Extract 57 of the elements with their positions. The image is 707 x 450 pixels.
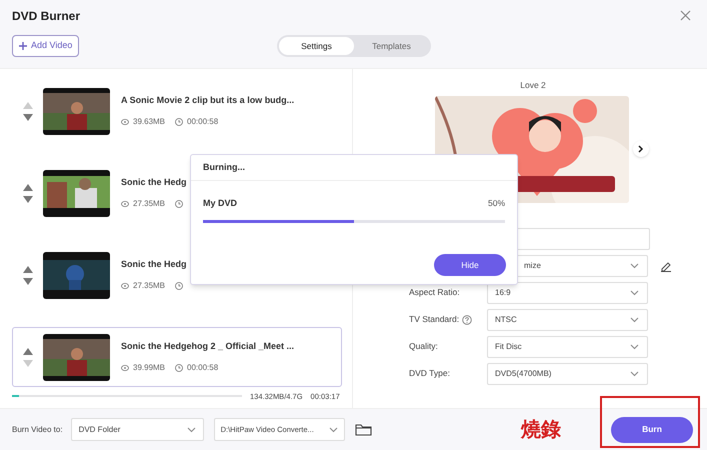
template-name: Love 2 [520, 79, 546, 92]
dialog-percent: 50% [488, 197, 505, 210]
duration: 00:00:58 [187, 362, 218, 374]
chevron-right-icon [638, 145, 644, 154]
file-size: 27.35MB [133, 280, 166, 292]
move-down-icon[interactable] [23, 278, 33, 284]
setting-label: Aspect Ratio: [409, 286, 460, 300]
video-item[interactable]: Sonic the Hedgehog 2 _ Official _Meet ... 39.99MB 00:00:58 [12, 327, 342, 387]
setting-label: TV Standard: [409, 313, 460, 326]
chevron-down-icon [630, 316, 639, 323]
settings-select[interactable]: DVD5(4700MB) [487, 362, 648, 385]
next-button[interactable] [633, 141, 649, 158]
dialog-title: Burning... [203, 160, 245, 174]
chevron-down-icon [186, 426, 196, 432]
video-title: Sonic the Hedgehog 2 _ Official _Meet ... [121, 340, 294, 354]
annotation-text: 燒錄 [521, 418, 561, 442]
move-up-icon[interactable] [23, 266, 33, 272]
chevron-down-icon [630, 262, 639, 269]
settings-select[interactable]: Fit Disc [487, 336, 648, 358]
clock-icon [175, 282, 184, 290]
video-item[interactable]: Sonic the Hedg 27.35MB [12, 245, 342, 305]
setting-label: Quality: [409, 340, 438, 354]
tab[interactable]: Settings [279, 37, 354, 55]
video-title: Sonic the Hedg [121, 176, 187, 190]
clock-icon [175, 364, 184, 372]
folder-icon[interactable] [354, 423, 372, 436]
settings-select[interactable]: NTSC [487, 308, 648, 331]
clock-icon [175, 200, 184, 208]
chevron-down-icon [630, 344, 639, 350]
target-select[interactable]: DVD Folder [70, 418, 204, 441]
hide-button[interactable]: Hide [434, 254, 506, 276]
move-up-icon[interactable] [23, 184, 33, 190]
setting-label: DVD Type: [409, 367, 450, 380]
chevron-down-icon [630, 290, 639, 296]
settings-select[interactable]: 16:9 [487, 282, 648, 304]
move-up-icon[interactable] [23, 348, 33, 354]
move-down-icon[interactable] [23, 114, 33, 120]
burn-to-label: Burn Video to: [12, 424, 63, 436]
duration: 00:00:58 [187, 116, 218, 128]
file-size: 27.35MB [133, 198, 166, 210]
plus-icon [19, 42, 27, 50]
chevron-down-icon [630, 370, 639, 377]
tab[interactable]: Templates [354, 37, 429, 55]
file-size: 39.99MB [133, 362, 166, 374]
pencil-icon[interactable] [660, 260, 672, 272]
video-title: A Sonic Movie 2 clip but its a low budg... [121, 94, 294, 108]
dialog-item: My DVD [203, 197, 238, 210]
clock-icon [175, 118, 184, 126]
file-size: 39.63MB [133, 116, 166, 128]
move-down-icon[interactable] [23, 196, 33, 202]
video-title: Sonic the Hedg [121, 258, 187, 272]
close-icon[interactable] [680, 10, 691, 21]
chevron-down-icon [328, 426, 338, 432]
video-item[interactable]: A Sonic Movie 2 clip but its a low budg... 39.63MB 00:00:58 [12, 81, 342, 141]
burn-button[interactable]: Burn [611, 416, 693, 442]
window-title: DVD Burner [12, 8, 80, 24]
add-video-button[interactable]: Add Video [12, 35, 80, 57]
